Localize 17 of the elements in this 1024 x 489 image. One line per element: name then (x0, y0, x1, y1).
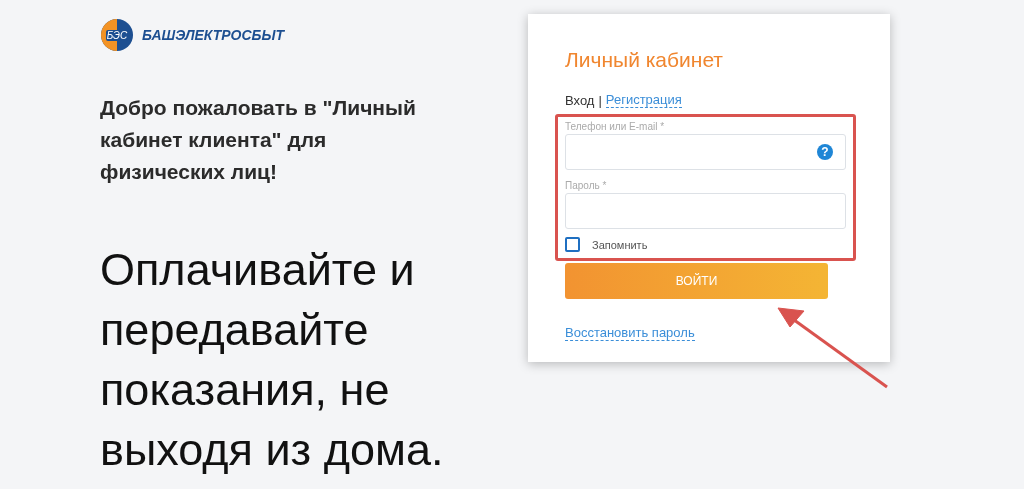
input-field[interactable]: ? (565, 134, 846, 170)
welcome-heading: Добро пожаловать в "Личный кабинет клиента" для физических лиц! (100, 95, 417, 185)
tab-separator: | (598, 92, 602, 108)
help-icon[interactable]: ? (817, 144, 833, 160)
login-tab[interactable]: Вход (565, 92, 595, 108)
register-tab[interactable]: Регистрация (605, 92, 682, 108)
remember-checkbox[interactable] (565, 237, 580, 252)
logo-icon: БЭС (100, 18, 134, 52)
field-label: Телефон или E-mail * (565, 121, 666, 132)
checkbox-label: Запомнить (592, 238, 648, 251)
field-label: Пароль * (565, 180, 608, 191)
slogan-text: Оплачивайте и передавайте показания, не выходя из дома. (100, 243, 445, 477)
restore-password-link[interactable]: Восстановить пароль (565, 325, 695, 341)
card-title: Личный кабинет (565, 48, 724, 72)
login-button[interactable]: ВОЙТИ (565, 263, 828, 299)
input-field[interactable] (565, 193, 846, 229)
brand-name: БАШЭЛЕКТРОСБЫТ (142, 27, 284, 43)
